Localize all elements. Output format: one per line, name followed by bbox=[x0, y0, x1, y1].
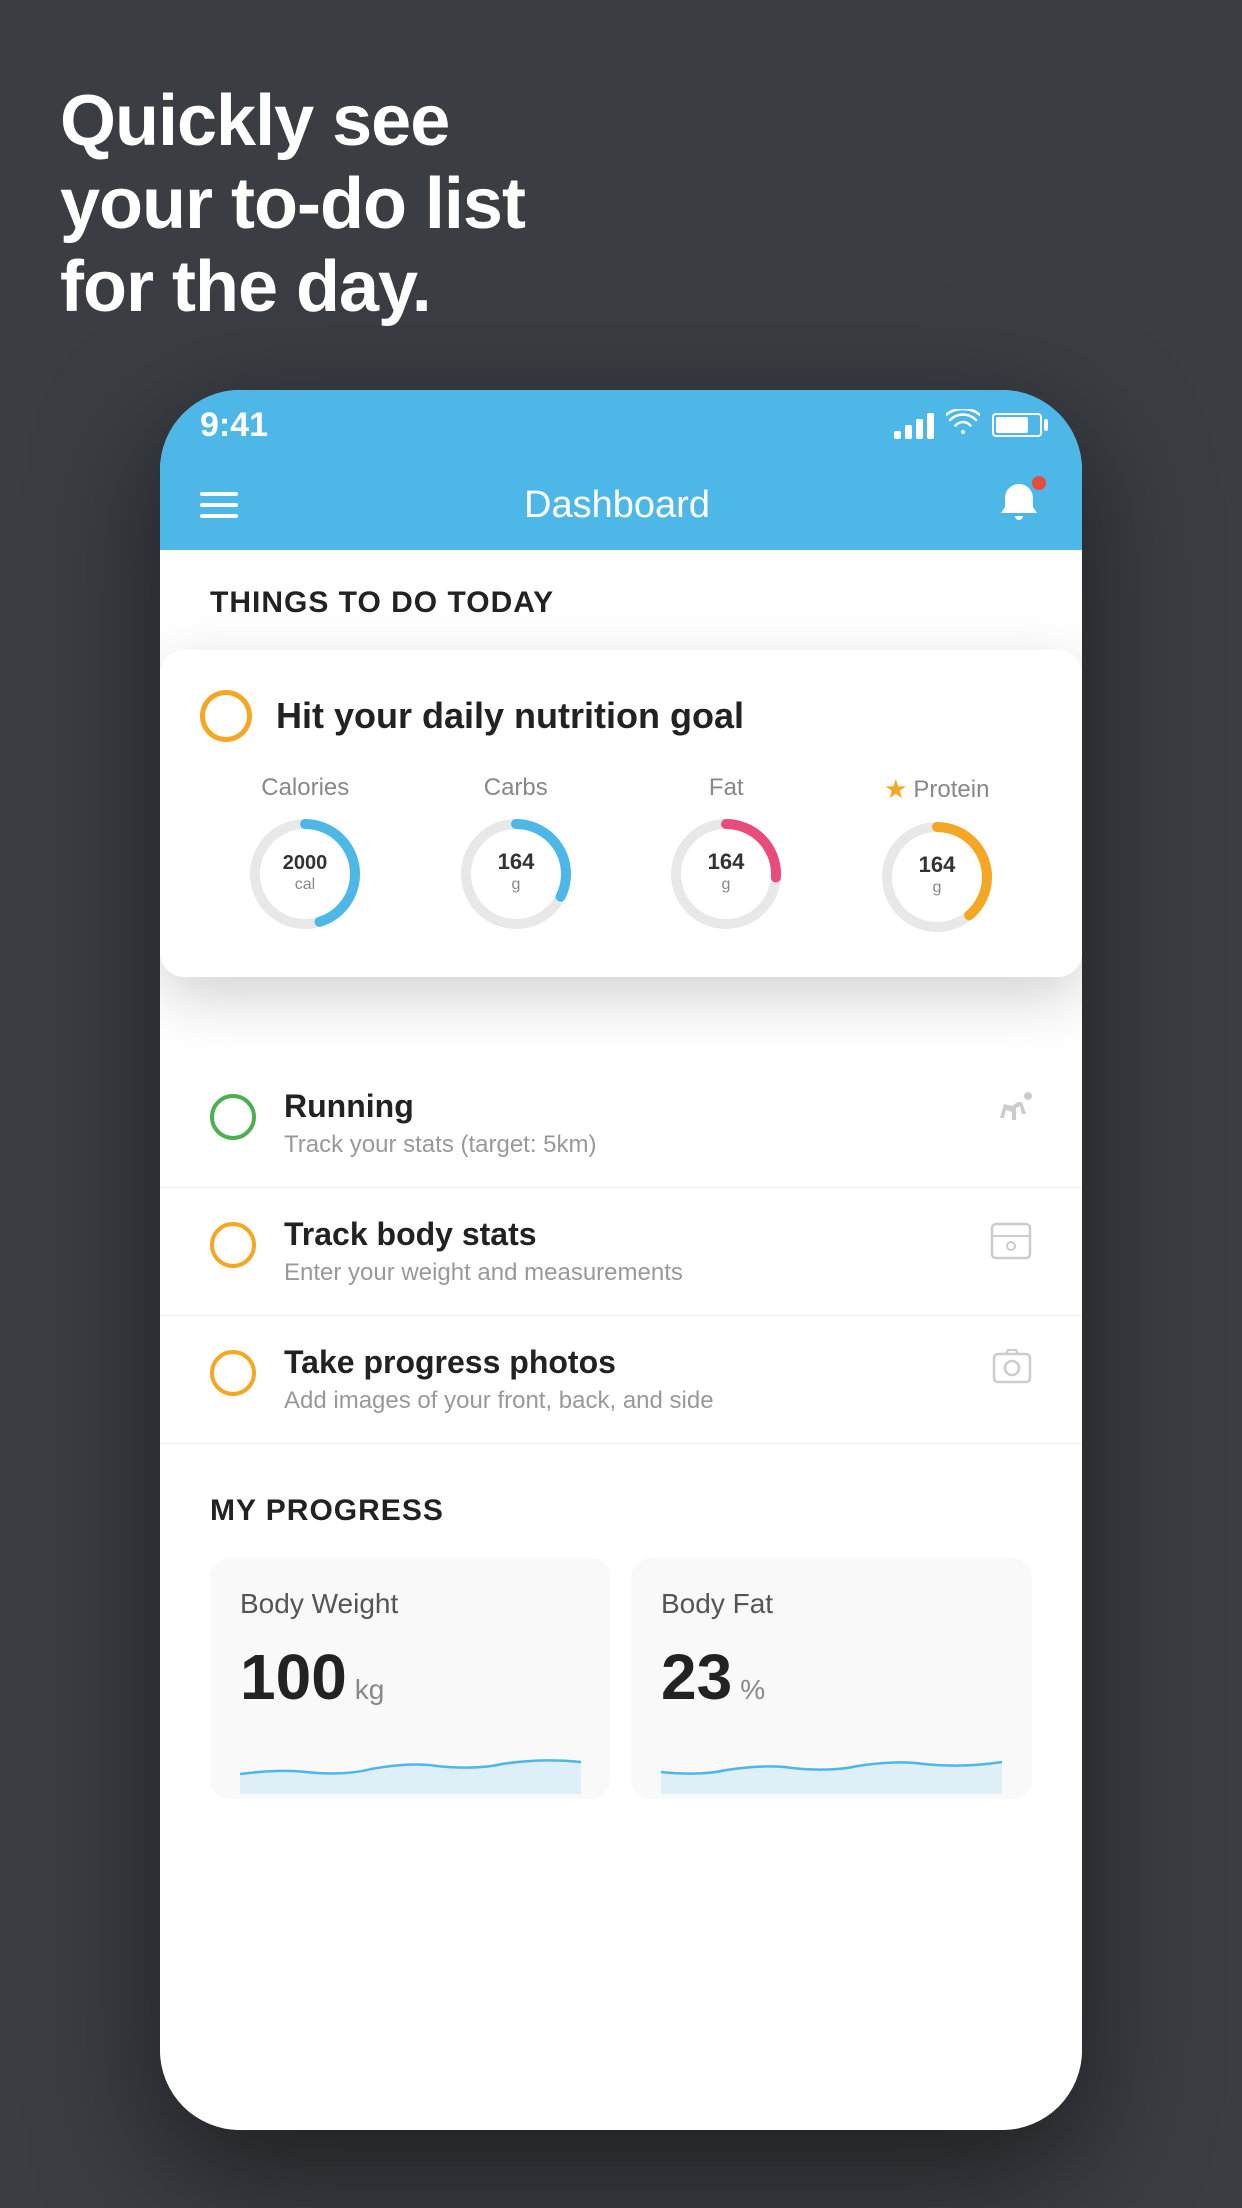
star-icon: ★ bbox=[884, 774, 907, 805]
content-area: THINGS TO DO TODAY Hit your daily nutrit… bbox=[160, 550, 1082, 2130]
todo-circle-progress-photos bbox=[210, 1350, 256, 1396]
things-today-header: THINGS TO DO TODAY bbox=[160, 550, 1082, 640]
status-time: 9:41 bbox=[200, 406, 268, 445]
nutrition-card-title: Hit your daily nutrition goal bbox=[276, 695, 744, 737]
signal-icon bbox=[894, 411, 934, 439]
nutrition-protein: ★ Protein 164 g bbox=[877, 774, 997, 937]
todo-item-progress-photos[interactable]: Take progress photos Add images of your … bbox=[160, 1316, 1082, 1444]
todo-title-body-stats: Track body stats bbox=[284, 1216, 962, 1253]
todo-item-running[interactable]: Running Track your stats (target: 5km) bbox=[160, 1060, 1082, 1188]
body-fat-number: 23 bbox=[661, 1640, 732, 1714]
body-fat-card[interactable]: Body Fat 23 % bbox=[631, 1558, 1032, 1799]
hero-text: Quickly see your to-do list for the day. bbox=[60, 80, 525, 328]
todo-content-body-stats: Track body stats Enter your weight and m… bbox=[284, 1216, 962, 1287]
svg-text:164: 164 bbox=[497, 849, 534, 874]
task-circle-nutrition bbox=[200, 690, 252, 742]
todo-subtitle-progress-photos: Add images of your front, back, and side bbox=[284, 1387, 964, 1415]
phone-mockup: 9:41 bbox=[160, 390, 1082, 2130]
calories-label: Calories bbox=[261, 774, 349, 802]
todo-content-running: Running Track your stats (target: 5km) bbox=[284, 1088, 962, 1159]
svg-text:g: g bbox=[511, 876, 520, 893]
todo-subtitle-body-stats: Enter your weight and measurements bbox=[284, 1259, 962, 1287]
hamburger-menu[interactable] bbox=[200, 492, 238, 518]
notifications-button[interactable] bbox=[996, 480, 1042, 531]
nutrition-fat: Fat 164 g bbox=[666, 774, 786, 934]
scale-icon bbox=[990, 1220, 1032, 1272]
body-fat-value: 23 % bbox=[661, 1640, 1002, 1714]
progress-section: MY PROGRESS Body Weight 100 kg Body Fat bbox=[160, 1444, 1082, 1799]
nutrition-calories: Calories 2000 cal bbox=[245, 774, 365, 934]
wifi-icon bbox=[946, 409, 980, 442]
todo-title-running: Running bbox=[284, 1088, 962, 1125]
todo-item-body-stats[interactable]: Track body stats Enter your weight and m… bbox=[160, 1188, 1082, 1316]
svg-text:164: 164 bbox=[918, 852, 955, 877]
todo-circle-running bbox=[210, 1094, 256, 1140]
body-fat-unit: % bbox=[740, 1674, 765, 1706]
progress-header: MY PROGRESS bbox=[210, 1494, 1032, 1528]
todo-content-progress-photos: Take progress photos Add images of your … bbox=[284, 1344, 964, 1415]
body-weight-unit: kg bbox=[355, 1674, 385, 1706]
body-weight-chart bbox=[240, 1734, 581, 1794]
status-icons bbox=[894, 409, 1042, 442]
svg-text:2000: 2000 bbox=[283, 852, 328, 874]
carbs-label: Carbs bbox=[484, 774, 548, 802]
svg-text:g: g bbox=[722, 876, 731, 893]
status-bar: 9:41 bbox=[160, 390, 1082, 460]
fat-label: Fat bbox=[709, 774, 744, 802]
nutrition-row: Calories 2000 cal Carbs 164 g bbox=[200, 774, 1042, 937]
nutrition-carbs: Carbs 164 g bbox=[456, 774, 576, 934]
todo-subtitle-running: Track your stats (target: 5km) bbox=[284, 1131, 962, 1159]
svg-text:g: g bbox=[932, 879, 941, 896]
nutrition-card: Hit your daily nutrition goal Calories 2… bbox=[160, 650, 1082, 977]
running-icon bbox=[990, 1092, 1032, 1138]
todo-list: Running Track your stats (target: 5km) T… bbox=[160, 1060, 1082, 1444]
nav-title: Dashboard bbox=[524, 484, 710, 527]
photo-icon bbox=[992, 1348, 1032, 1398]
svg-text:164: 164 bbox=[708, 849, 745, 874]
notification-dot bbox=[1032, 476, 1046, 490]
body-weight-value: 100 kg bbox=[240, 1640, 581, 1714]
todo-circle-body-stats bbox=[210, 1222, 256, 1268]
progress-cards: Body Weight 100 kg Body Fat 23 % bbox=[210, 1558, 1032, 1799]
body-fat-chart bbox=[661, 1734, 1002, 1794]
body-weight-number: 100 bbox=[240, 1640, 347, 1714]
svg-text:cal: cal bbox=[295, 876, 315, 893]
body-weight-title: Body Weight bbox=[240, 1588, 581, 1620]
body-weight-card[interactable]: Body Weight 100 kg bbox=[210, 1558, 611, 1799]
protein-label: Protein bbox=[913, 776, 989, 804]
body-fat-title: Body Fat bbox=[661, 1588, 1002, 1620]
todo-title-progress-photos: Take progress photos bbox=[284, 1344, 964, 1381]
nav-bar: Dashboard bbox=[160, 460, 1082, 550]
battery-icon bbox=[992, 413, 1042, 437]
